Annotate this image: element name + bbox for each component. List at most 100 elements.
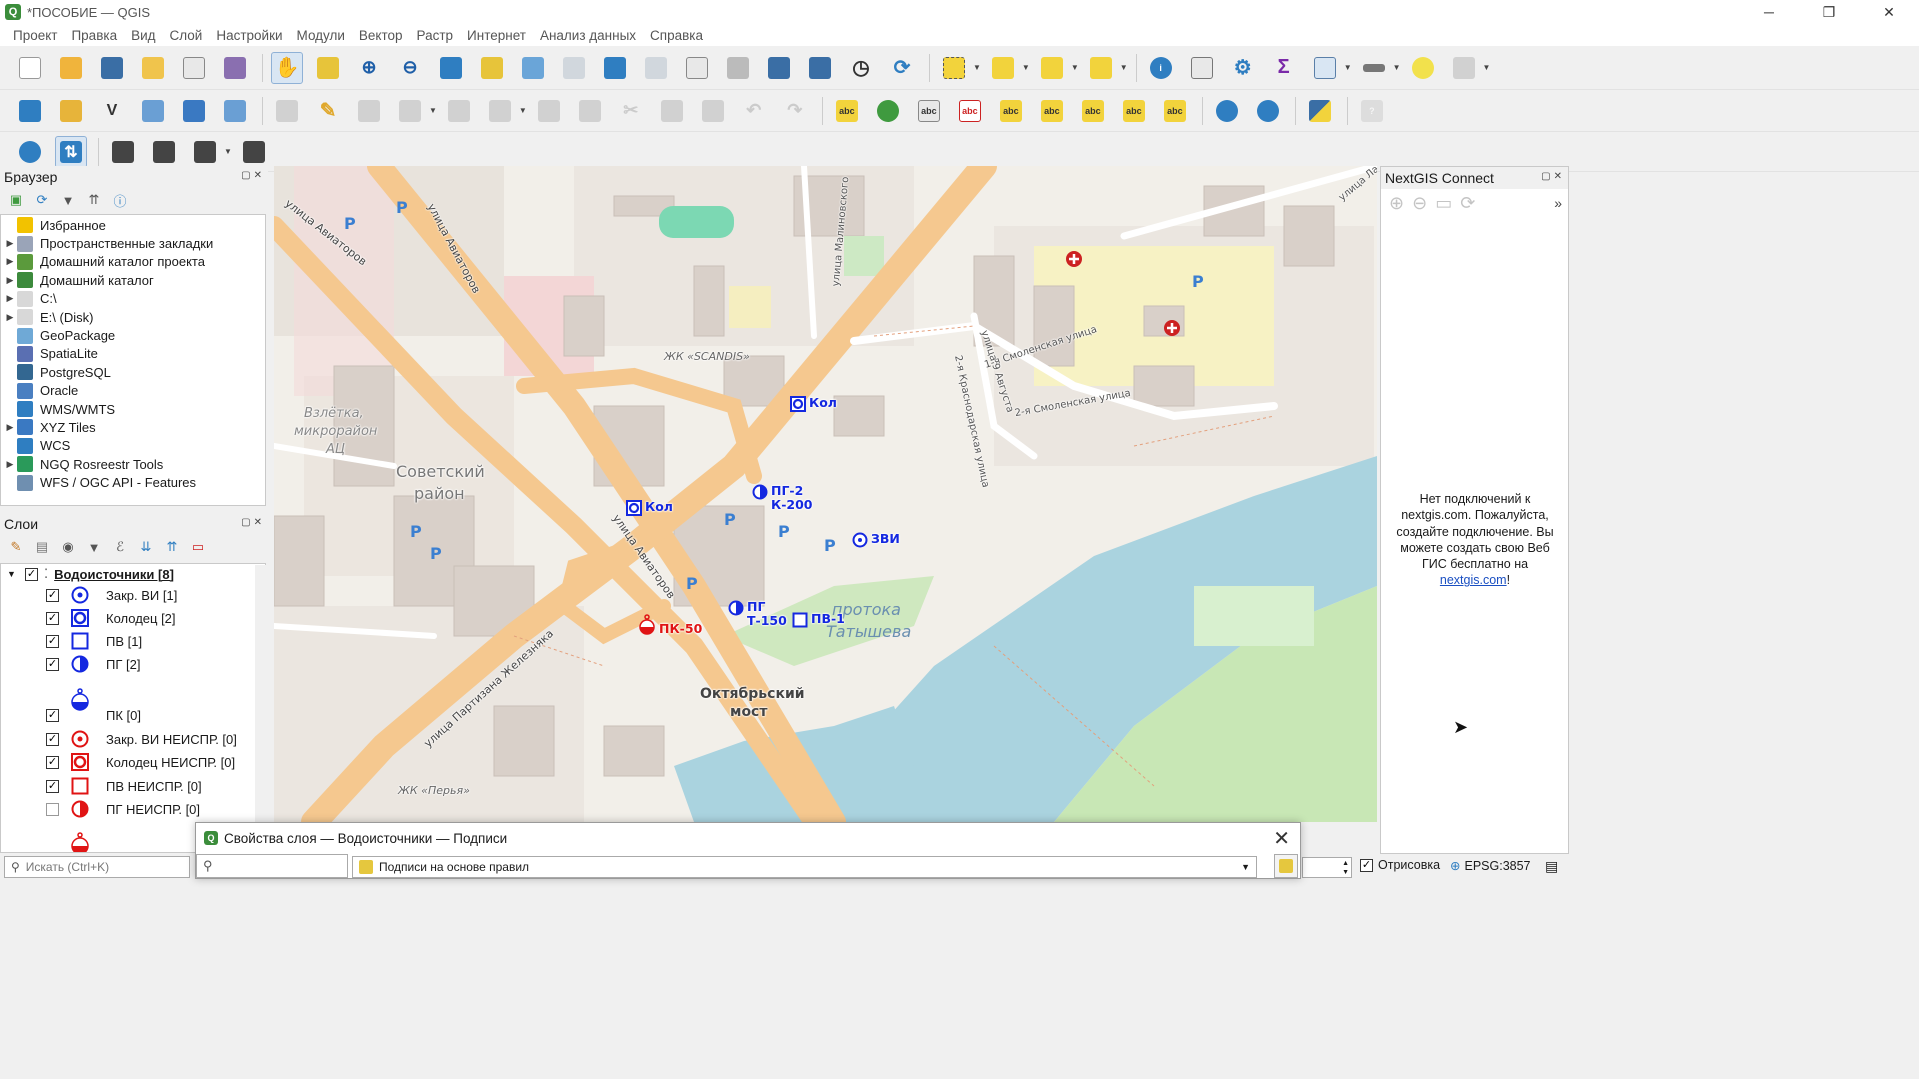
menu-help[interactable]: Справка — [643, 28, 710, 43]
new-project-button[interactable] — [14, 52, 46, 84]
redo-button[interactable]: ↷ — [779, 95, 811, 127]
expand-arrow-icon[interactable]: ▶ — [3, 275, 17, 286]
spin-down-icon[interactable]: ▼ — [1342, 868, 1349, 877]
add-wfs-button[interactable] — [1252, 95, 1284, 127]
add-vector-button[interactable]: V — [96, 95, 128, 127]
style-manager-button[interactable] — [219, 52, 251, 84]
zoom-to-selection-button[interactable] — [476, 52, 508, 84]
chevron-down-icon[interactable]: ▼ — [1120, 63, 1128, 72]
browser-item[interactable]: SpatiaLite — [1, 345, 265, 363]
chevron-down-icon[interactable]: ▼ — [1022, 63, 1030, 72]
rotation-spinbox[interactable]: ▲ ▼ — [1302, 857, 1352, 878]
browser-item[interactable]: WMS/WMTS — [1, 400, 265, 418]
layer-checkbox[interactable]: ✓ — [46, 657, 59, 671]
style-brush-icon[interactable]: ✎ — [6, 537, 26, 557]
expand-arrow-icon[interactable]: ▶ — [3, 238, 17, 249]
select-by-value-button[interactable] — [987, 52, 1019, 84]
layer-group-row[interactable]: ▼ ✓ ⁚ Водоисточники [8] — [1, 566, 251, 582]
render-checkbox[interactable]: ✓ — [1360, 858, 1373, 872]
rotate-label-button[interactable]: abc — [1077, 95, 1109, 127]
layer-row[interactable]: ✓ ПГ [2] — [1, 654, 251, 674]
group-checkbox[interactable]: ✓ — [25, 567, 38, 581]
browser-item[interactable]: GeoPackage — [1, 326, 265, 344]
new-bookmark-button[interactable] — [763, 52, 795, 84]
browser-item[interactable]: ▶ Домашний каталог — [1, 271, 265, 289]
map-tips-button[interactable] — [1407, 52, 1439, 84]
layer-row[interactable]: ✓ ПК [0] — [1, 687, 251, 723]
data-source-manager-button[interactable] — [14, 95, 46, 127]
attribute-form-button[interactable] — [533, 95, 565, 127]
messages-icon[interactable]: ▤ — [1545, 858, 1558, 875]
locator-search-input[interactable]: ⚲ Искать (Ctrl+K) — [4, 856, 190, 878]
layer-checkbox[interactable]: ✓ — [46, 634, 59, 648]
browser-item[interactable]: Oracle — [1, 382, 265, 400]
expand-arrow-icon[interactable]: ▶ — [3, 422, 17, 433]
layer-checkbox[interactable]: ✓ — [46, 732, 59, 746]
locator-button[interactable] — [1448, 52, 1480, 84]
crs-button[interactable]: ⊕ EPSG:3857 — [1450, 858, 1531, 874]
map-canvas[interactable]: Советский район Октябрьский мост Взлётка, мик… — [274, 166, 1377, 822]
close-window-button[interactable]: ✕ — [1859, 0, 1919, 24]
layer-checkbox[interactable]: ✓ — [46, 611, 59, 625]
show-bookmarks-button[interactable] — [804, 52, 836, 84]
menu-edit[interactable]: Правка — [64, 28, 124, 43]
water-source-point[interactable]: ПГ-2 К-200 — [752, 484, 813, 512]
layers-scrollbar[interactable] — [255, 565, 267, 851]
identify-button[interactable]: i — [1145, 52, 1177, 84]
zoom-in-button[interactable]: ⊕ — [353, 52, 385, 84]
sort-layers-button[interactable]: ⇅ — [55, 135, 87, 168]
cut-button[interactable]: ✂ — [615, 95, 647, 127]
expand-arrow-icon[interactable]: ▶ — [3, 256, 17, 267]
collapse-all-icon[interactable]: ⇈ — [162, 537, 182, 557]
expression-filter-icon[interactable]: ℰ — [110, 537, 130, 557]
layer-checkbox[interactable]: ✓ — [46, 588, 59, 602]
modify-attributes-button[interactable] — [484, 95, 516, 127]
minimize-button[interactable]: ─ — [1739, 0, 1799, 24]
python-console-button[interactable] — [1304, 95, 1336, 127]
browser-item[interactable]: PostgreSQL — [1, 363, 265, 381]
nextgis-link[interactable]: nextgis.com — [1440, 573, 1507, 587]
dialog-close-button[interactable]: ✕ — [1273, 826, 1290, 851]
pin-labels-button[interactable]: abc — [913, 95, 945, 127]
layer-checkbox[interactable]: ✓ — [46, 709, 59, 722]
attribute-table-button[interactable] — [1186, 52, 1218, 84]
browser-item[interactable]: ▶ XYZ Tiles — [1, 418, 265, 436]
layer-checkbox[interactable]: ✓ — [46, 779, 59, 793]
water-source-point[interactable]: Кол — [626, 500, 673, 516]
show-hide-labels-button[interactable]: abc — [1036, 95, 1068, 127]
refresh-button[interactable]: ⟳ — [886, 52, 918, 84]
browser-item[interactable]: ▶ Пространственные закладки — [1, 234, 265, 252]
layer-row[interactable]: ✓ Колодец НЕИСПР. [0] — [1, 752, 251, 772]
nextgis-connect-button[interactable] — [14, 136, 46, 168]
select-features-button[interactable] — [938, 52, 970, 84]
menu-project[interactable]: Проект — [6, 28, 64, 43]
pan-to-selection-button[interactable] — [312, 52, 344, 84]
save-edits-button[interactable] — [353, 95, 385, 127]
layout-manager-button[interactable] — [178, 52, 210, 84]
add-resource-icon[interactable]: ⊕ — [1389, 193, 1404, 214]
browser-item[interactable]: ▶ E:\ (Disk) — [1, 308, 265, 326]
zoom-native-button[interactable] — [558, 52, 590, 84]
save-project-button[interactable] — [96, 52, 128, 84]
water-source-point[interactable]: Кол — [790, 396, 837, 412]
temporal-controller-button[interactable]: ◷ — [845, 52, 877, 84]
expand-arrow-icon[interactable]: ▶ — [3, 459, 17, 470]
zoom-next-button[interactable] — [640, 52, 672, 84]
vertex-tool-button[interactable] — [443, 95, 475, 127]
browser-item[interactable]: ▶ NGQ Rosreestr Tools — [1, 455, 265, 473]
expand-all-icon[interactable]: ⇊ — [136, 537, 156, 557]
pan-map-button[interactable]: ✋ — [271, 51, 303, 84]
chevron-down-icon[interactable]: ▼ — [1071, 63, 1079, 72]
collapse-arrow-icon[interactable]: ▼ — [7, 569, 19, 579]
water-source-point[interactable]: ПК-50 — [638, 614, 702, 636]
move-label-button[interactable]: abc — [995, 95, 1027, 127]
layer-row[interactable]: ✓ ПВ [1] — [1, 631, 251, 651]
browser-item[interactable]: WCS — [1, 437, 265, 455]
refresh-icon[interactable]: ⟳ — [1460, 193, 1475, 214]
processing-toolbox-button[interactable]: ⚙ — [1227, 52, 1259, 84]
menu-view[interactable]: Вид — [124, 28, 162, 43]
undo-button[interactable]: ↶ — [738, 95, 770, 127]
help-button[interactable]: ? — [1356, 95, 1388, 127]
zoom-last-button[interactable] — [599, 52, 631, 84]
chevron-down-icon[interactable]: ▼ — [973, 63, 981, 72]
